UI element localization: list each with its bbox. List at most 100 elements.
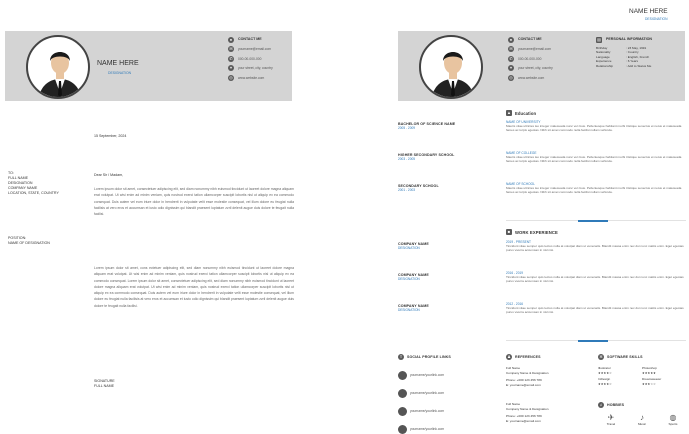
work-detail: 2016 - 2019 Tincidunt vitae semper quis … xyxy=(506,271,686,302)
social-link[interactable]: yourname/yourlink.com xyxy=(398,366,444,384)
reference-email[interactable]: E: yourname@email.com xyxy=(506,419,548,424)
skill-item: InDesign ★★★★☆ xyxy=(598,377,642,386)
id-card-icon: ▤ xyxy=(596,36,602,43)
contact-address: your street, city, country xyxy=(518,66,553,71)
contact-phone: 000-00-000-000 xyxy=(238,56,262,61)
social-link[interactable]: yourname/yourlink.com xyxy=(398,420,444,434)
education-detail: NAME OF COLLEGE Mauris vitae ultricies l… xyxy=(506,151,686,182)
education-detail: NAME OF SCHOOL Mauris vitae ultricies le… xyxy=(506,182,686,195)
reference-company: Company Name & Designation xyxy=(506,370,549,375)
contact-website[interactable]: www.website.com xyxy=(518,76,544,80)
position-value: NAME OF DESIGNATION xyxy=(8,241,50,245)
contact-email[interactable]: yourname@email.com xyxy=(518,47,551,51)
work-heading: ■ WORK EXPERIENCE xyxy=(506,229,558,235)
personal-info-title: PERSONAL INFORMATION xyxy=(606,37,652,42)
letter-paragraph: Lorem ipsum dolor sit amet, cons ectetue… xyxy=(94,266,294,308)
user-icon: ● xyxy=(508,36,514,43)
globe-icon: ◎ xyxy=(228,74,234,81)
social-link-text[interactable]: yourname/yourlink.com xyxy=(410,373,444,377)
education-entry: BACHELOR OF SCIENCE NAME 2005 - 2009 xyxy=(398,122,455,153)
recipient-line: LOCATION, STATE, COUNTRY xyxy=(8,191,59,195)
section-divider xyxy=(506,339,686,342)
skill-item: Illustrator ★★★★☆ xyxy=(598,366,642,375)
hobby-item: ✈ Travel xyxy=(598,413,624,427)
work-left-column: COMPANY NAME DESIGNATION COMPANY NAME DE… xyxy=(398,242,429,312)
personal-info-block: ▤ PERSONAL INFORMATION Birthday: 23 May, … xyxy=(596,35,652,68)
contact-title: CONTACT ME xyxy=(238,37,262,42)
education-entry: SECONDARY SCHOOL 2001 - 2003 xyxy=(398,184,455,192)
reference-entry: Full Name Company Name & Designation Pho… xyxy=(506,402,548,423)
personal-value: 23 May, 1991 xyxy=(627,45,647,50)
gear-icon: ✲ xyxy=(598,354,604,360)
job-description: Tincidunt vitae semper quis lectus nulla… xyxy=(506,244,684,253)
plane-icon: ✈ xyxy=(607,413,615,422)
user-icon: ● xyxy=(228,36,234,43)
personal-value: Add to Status Me xyxy=(627,63,652,68)
skills-heading: ✲ SOFTWARE SKILLS xyxy=(598,354,643,360)
cover-designation: DESIGNATION xyxy=(108,71,132,75)
phone-icon: ✆ xyxy=(508,55,514,62)
school-description: Mauris vitae ultricies leo integer males… xyxy=(506,124,682,133)
job-role: DESIGNATION xyxy=(398,277,420,281)
job-role: DESIGNATION xyxy=(398,246,420,250)
social-link-text[interactable]: yourname/yourlink.com xyxy=(410,391,444,395)
hobby-label: Travel xyxy=(606,422,616,426)
location-icon: ⌖ xyxy=(228,65,234,72)
skill-rating: ★★★☆☆ xyxy=(642,381,656,386)
hobbies-row: ✈ Travel ♪ Music ◍ Sports xyxy=(598,413,686,427)
hobbies-heading: ♫ HOBBIES xyxy=(598,402,624,408)
degree-years: 2001 - 2003 xyxy=(398,188,416,192)
signoff-block: SIGNATURE FULL NAME xyxy=(94,379,115,389)
hobby-label: Sports xyxy=(668,422,678,426)
social-link-text[interactable]: yourname/yourlink.com xyxy=(410,427,444,431)
contact-website[interactable]: www.website.com xyxy=(238,76,264,80)
letter-paragraph: Lorem ipsum dolor sit amet, consectetuer… xyxy=(94,187,294,217)
school-description: Mauris vitae ultricies leo integer males… xyxy=(506,186,682,195)
envelope-icon: ✉ xyxy=(228,46,234,53)
social-title: SOCIAL PROFILE LINKS xyxy=(407,355,451,359)
recipient-block: TO: FULL NAME DESIGNATION COMPANY NAME L… xyxy=(8,171,59,196)
section-divider xyxy=(506,219,686,222)
work-detail: 2019 - PRESENT Tincidunt vitae semper qu… xyxy=(506,240,686,271)
school-description: Mauris vitae ultricies leo integer males… xyxy=(506,155,682,164)
degree-years: 2003 - 2005 xyxy=(398,157,416,161)
cover-contact-block: ● CONTACT ME ✉ yourname@email.com ✆ 000-00-… xyxy=(228,35,273,83)
work-entry: COMPANY NAME DESIGNATION xyxy=(398,304,429,312)
job-description: Tincidunt vitae semper quis lectus nulla… xyxy=(506,306,684,315)
hobby-label: Music xyxy=(637,422,647,426)
job-role: DESIGNATION xyxy=(398,308,420,312)
social-icon xyxy=(398,388,407,398)
cover-name: NAME HERE xyxy=(97,60,139,67)
headphones-icon: ♫ xyxy=(598,402,604,408)
music-icon: ♪ xyxy=(640,413,644,422)
hobbies-title: HOBBIES xyxy=(607,403,625,407)
resume-name: NAME HERE xyxy=(629,8,668,15)
social-link[interactable]: yourname/yourlink.com xyxy=(398,384,444,402)
social-link[interactable]: yourname/yourlink.com xyxy=(398,402,444,420)
graduation-cap-icon: ▲ xyxy=(506,110,512,116)
personal-info-rows: Birthday: 23 May, 1991 Nationality: Coun… xyxy=(596,46,652,69)
work-title: WORK EXPERIENCE xyxy=(515,229,558,235)
social-icon xyxy=(398,406,407,416)
hobby-item: ◍ Sports xyxy=(660,413,686,427)
phone-icon: ✆ xyxy=(228,55,234,62)
contact-email[interactable]: yourname@email.com xyxy=(238,47,271,51)
position-block: POSITION: NAME OF DESIGNATION xyxy=(8,236,50,246)
references-heading: ♟ REFERENCES xyxy=(506,354,541,360)
social-list: yourname/yourlink.com yourname/yourlink.… xyxy=(398,366,444,434)
personal-value: 6 Years xyxy=(627,59,639,64)
ball-icon: ◍ xyxy=(669,413,677,422)
social-link-text[interactable]: yourname/yourlink.com xyxy=(410,409,444,413)
people-icon: ♟ xyxy=(506,354,512,360)
reference-company: Company Name & Designation xyxy=(506,406,549,411)
work-detail: 2012 - 2016 Tincidunt vitae semper quis … xyxy=(506,302,686,315)
envelope-icon: ✉ xyxy=(508,46,514,53)
contact-title: CONTACT ME xyxy=(518,37,542,42)
work-right-column: 2019 - PRESENT Tincidunt vitae semper qu… xyxy=(506,240,686,315)
skill-rating: ★★★★★ xyxy=(642,370,656,375)
personal-value: Country xyxy=(627,50,639,55)
social-icon xyxy=(398,424,407,434)
share-icon: ⇪ xyxy=(398,354,404,360)
cover-avatar xyxy=(26,35,90,99)
reference-email[interactable]: E: yourname@email.com xyxy=(506,383,548,388)
